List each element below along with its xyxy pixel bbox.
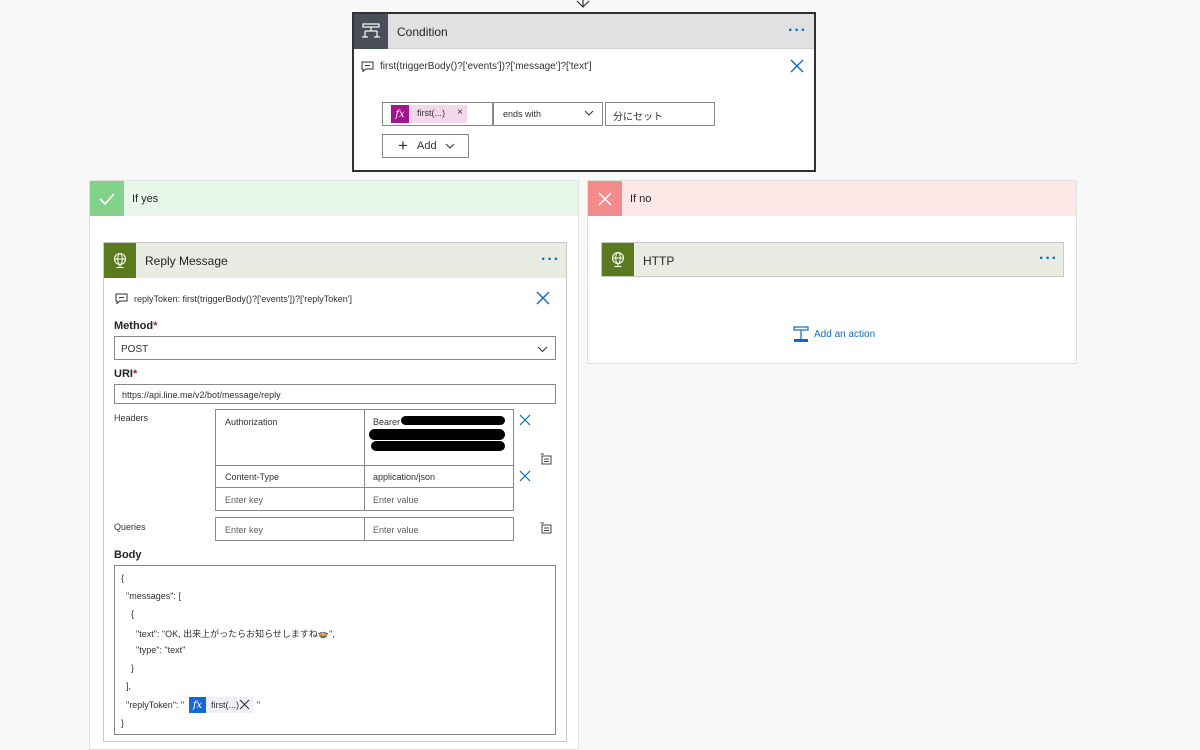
body-line: } (121, 718, 125, 728)
arrow-down-icon (576, 0, 590, 8)
expression-token[interactable]: fx first(...) (189, 697, 253, 713)
queries-label: Queries (114, 522, 146, 532)
redaction-mark (401, 416, 505, 425)
condition-icon (354, 14, 388, 49)
remove-header-icon[interactable] (519, 470, 531, 482)
query-key-input[interactable]: Enter key (215, 517, 365, 541)
chevron-down-icon (445, 143, 455, 149)
checkmark-icon (90, 181, 124, 216)
condition-more-button[interactable]: ··· (788, 23, 807, 39)
if-no-title: If no (630, 193, 652, 205)
body-line: "text": "OK, 出来上がったらお知らせしますね🍲", (121, 629, 335, 639)
condition-title: Condition (397, 25, 448, 39)
headers-label: Headers (114, 413, 149, 423)
header-value-input[interactable]: application/json (364, 465, 514, 488)
add-an-action-button[interactable]: Add an action (793, 326, 883, 344)
condition-header[interactable]: Condition ··· (354, 14, 814, 49)
reply-message-title: Reply Message (145, 254, 228, 268)
globe-icon (602, 243, 634, 276)
remove-token-icon[interactable]: × (457, 107, 463, 118)
value-placeholder: Enter value (373, 525, 419, 535)
method-label: Method* (114, 320, 158, 332)
method-select[interactable]: POST (114, 336, 556, 360)
header-value: application/json (373, 472, 436, 482)
operator-value: ends with (503, 109, 542, 119)
operand-value: 分にセット (613, 112, 663, 123)
add-action-icon (793, 326, 809, 342)
method-value: POST (121, 344, 149, 355)
remove-header-icon[interactable] (519, 414, 531, 426)
plus-icon: + (398, 136, 408, 155)
comment-icon (115, 293, 128, 304)
uri-label: URI* (114, 368, 138, 380)
fx-icon: fx (189, 697, 206, 713)
key-placeholder: Enter key (225, 495, 264, 505)
body-line: " (257, 700, 261, 710)
token-label: first(...) (417, 108, 445, 118)
reply-more-button[interactable]: ··· (541, 252, 560, 268)
header-key: Authorization (225, 417, 278, 427)
body-editor[interactable]: { "messages": [ { "text": "OK, 出来上がったらお知… (114, 565, 556, 735)
key-placeholder: Enter key (225, 525, 264, 535)
body-line: "replyToken": " (121, 700, 185, 710)
fx-icon: fx (391, 105, 409, 123)
header-value: Bearer (373, 417, 401, 427)
header-key-input[interactable]: Authorization (215, 409, 365, 466)
body-line: "type": "text" (121, 645, 186, 655)
if-no-header[interactable]: If no (588, 181, 1076, 216)
body-line: } (121, 663, 135, 673)
uri-value: https://api.line.me/v2/bot/message/reply (122, 390, 281, 400)
header-value-input[interactable]: Enter value (364, 487, 514, 511)
uri-input[interactable]: https://api.line.me/v2/bot/message/reply (114, 384, 556, 404)
comment-icon (361, 61, 374, 72)
redaction-mark (371, 441, 505, 451)
chevron-down-icon (537, 346, 548, 353)
body-line: { (121, 573, 125, 583)
remove-token-icon[interactable] (239, 699, 250, 710)
reply-message-header[interactable]: Reply Message ··· (104, 243, 566, 278)
add-label: Add (417, 140, 437, 152)
if-yes-header[interactable]: If yes (90, 181, 578, 216)
close-icon (588, 181, 622, 216)
header-key-input[interactable]: Enter key (215, 487, 365, 511)
expression-token[interactable]: fx first(...) × (391, 105, 467, 123)
header-key-input[interactable]: Content-Type (215, 465, 365, 488)
add-action-label: Add an action (814, 329, 876, 340)
body-label: Body (114, 549, 142, 561)
body-line: { (121, 609, 135, 619)
http-action-card[interactable]: HTTP ··· (601, 242, 1064, 277)
add-button[interactable]: + Add (382, 134, 469, 158)
body-line: ], (121, 681, 132, 691)
http-more-button[interactable]: ··· (1039, 251, 1058, 267)
close-icon[interactable] (536, 291, 550, 305)
http-title: HTTP (643, 254, 675, 268)
chevron-down-icon (584, 110, 594, 116)
condition-operator-select[interactable]: ends with (493, 102, 603, 126)
condition-expression: first(triggerBody()?['events'])?['messag… (380, 61, 592, 72)
close-icon[interactable] (790, 59, 804, 73)
if-yes-title: If yes (132, 193, 159, 205)
condition-right-operand[interactable]: 分にセット (605, 102, 715, 126)
query-value-input[interactable]: Enter value (364, 517, 514, 541)
value-placeholder: Enter value (373, 495, 419, 505)
reply-message-card[interactable]: Reply Message ··· replyToken: first(trig… (103, 242, 567, 742)
token-label: first(...) (211, 700, 239, 710)
body-line: "messages": [ (121, 591, 181, 601)
reply-token-expression: replyToken: first(triggerBody()?['events… (134, 294, 352, 304)
condition-left-operand[interactable]: fx first(...) × (382, 102, 493, 126)
header-key: Content-Type (225, 472, 280, 482)
redaction-mark (369, 429, 505, 440)
switch-to-text-icon[interactable] (540, 522, 552, 534)
header-value-input[interactable]: Bearer (364, 409, 514, 466)
switch-to-text-icon[interactable] (540, 453, 552, 465)
globe-icon (104, 243, 136, 278)
condition-card[interactable]: Condition ··· first(triggerBody()?['even… (352, 12, 816, 172)
